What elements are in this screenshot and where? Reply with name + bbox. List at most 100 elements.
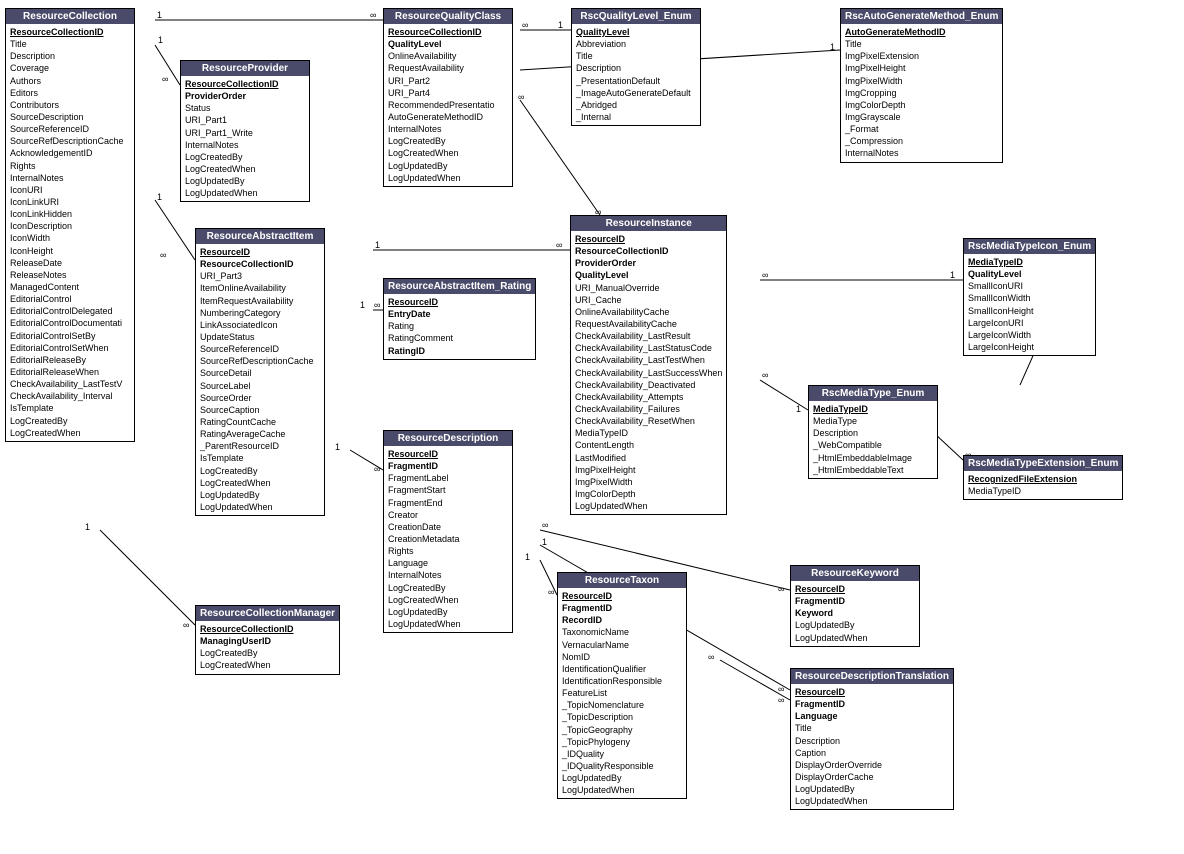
entity-header-rscmediatypeicon_enum: RscMediaTypeIcon_Enum (964, 239, 1095, 254)
field-resourcedescriptiontranslation-9: LogUpdatedWhen (795, 795, 949, 807)
field-resourceabstractitem-8: SourceReferenceID (200, 343, 320, 355)
field-resourcecollection-7: SourceDescription (10, 111, 130, 123)
field-resourceinstance-11: CheckAvailability_LastSuccessWhen (575, 367, 722, 379)
field-resourcedescriptiontranslation-4: Description (795, 735, 949, 747)
field-resourceabstractitem_rating-3: RatingComment (388, 332, 531, 344)
entity-header-resourcedescription: ResourceDescription (384, 431, 512, 446)
entity-resourcetaxon: ResourceTaxonResourceIDFragmentIDRecordI… (557, 572, 687, 799)
entity-body-resourcedescriptiontranslation: ResourceIDFragmentIDLanguageTitleDescrip… (791, 684, 953, 809)
field-rscautogeneratemethod_enum-7: ImgGrayscale (845, 111, 998, 123)
field-resourcequalityclass-8: InternalNotes (388, 123, 508, 135)
field-resourcedescription-11: LogCreatedBy (388, 582, 508, 594)
field-resourcedescriptiontranslation-3: Title (795, 722, 949, 734)
field-resourcecollection-14: IconLinkURI (10, 196, 130, 208)
entity-header-resourceprovider: ResourceProvider (181, 61, 309, 76)
field-resourcetaxon-11: _TopicGeography (562, 724, 682, 736)
field-resourcecollection-19: ReleaseDate (10, 257, 130, 269)
field-resourcecollection-12: InternalNotes (10, 172, 130, 184)
field-rscautogeneratemethod_enum-1: Title (845, 38, 998, 50)
field-resourcekeyword-3: LogUpdatedBy (795, 619, 915, 631)
entity-header-resourcecollectionmanager: ResourceCollectionManager (196, 606, 339, 621)
field-rscmediatype_enum-0: MediaTypeID (813, 403, 933, 415)
field-resourcedescription-5: Creator (388, 509, 508, 521)
field-resourcequalityclass-1: QualityLevel (388, 38, 508, 50)
field-resourcedescription-12: LogCreatedWhen (388, 594, 508, 606)
field-resourcecollection-17: IconWidth (10, 232, 130, 244)
field-resourceabstractitem-21: LogUpdatedWhen (200, 501, 320, 513)
entity-body-rscmediatypeextension_enum: RecognizedFileExtensionMediaTypeID (964, 471, 1122, 499)
field-resourcecollection-30: CheckAvailability_Interval (10, 390, 130, 402)
svg-text:∞: ∞ (548, 587, 554, 597)
svg-text:1: 1 (558, 20, 563, 30)
svg-text:1: 1 (158, 35, 163, 45)
field-resourcequalityclass-5: URI_Part4 (388, 87, 508, 99)
entity-rscmediatypeextension_enum: RscMediaTypeExtension_EnumRecognizedFile… (963, 455, 1123, 500)
field-rscautogeneratemethod_enum-8: _Format (845, 123, 998, 135)
field-resourceinstance-12: CheckAvailability_Deactivated (575, 379, 722, 391)
field-resourcecollection-10: AcknowledgementID (10, 147, 130, 159)
field-rscautogeneratemethod_enum-3: ImgPixelHeight (845, 62, 998, 74)
field-resourcedescriptiontranslation-5: Caption (795, 747, 949, 759)
field-resourcecollection-8: SourceReferenceID (10, 123, 130, 135)
field-resourcetaxon-5: NomID (562, 651, 682, 663)
field-resourcetaxon-3: TaxonomicName (562, 626, 682, 638)
field-resourcedescription-4: FragmentEnd (388, 497, 508, 509)
field-resourceinstance-3: QualityLevel (575, 269, 722, 281)
field-rscmediatype_enum-5: _HtmlEmbeddableText (813, 464, 933, 476)
field-resourceprovider-3: URI_Part1 (185, 114, 305, 126)
entity-body-resourceabstractitem_rating: ResourceIDEntryDateRatingRatingCommentRa… (384, 294, 535, 359)
entity-resourcedescriptiontranslation: ResourceDescriptionTranslationResourceID… (790, 668, 954, 810)
field-resourceabstractitem-9: SourceRefDescriptionCache (200, 355, 320, 367)
entity-header-resourcetaxon: ResourceTaxon (558, 573, 686, 588)
field-rscmediatypeicon_enum-1: QualityLevel (968, 268, 1091, 280)
field-resourceprovider-4: URI_Part1_Write (185, 127, 305, 139)
entity-rscmediatype_enum: RscMediaType_EnumMediaTypeIDMediaTypeDes… (808, 385, 938, 479)
field-rscqualitylevel_enum-2: Title (576, 50, 696, 62)
field-rscmediatypeicon_enum-4: SmallIconHeight (968, 305, 1091, 317)
field-resourcedescription-13: LogUpdatedBy (388, 606, 508, 618)
field-resourcedescription-0: ResourceID (388, 448, 508, 460)
field-resourcequalityclass-7: AutoGenerateMethodID (388, 111, 508, 123)
field-resourcecollectionmanager-3: LogCreatedWhen (200, 659, 335, 671)
field-resourceabstractitem_rating-4: RatingID (388, 345, 531, 357)
field-resourceabstractitem-4: ItemRequestAvailability (200, 295, 320, 307)
field-resourcetaxon-12: _TopicPhylogeny (562, 736, 682, 748)
field-rscautogeneratemethod_enum-9: _Compression (845, 135, 998, 147)
field-resourcedescriptiontranslation-1: FragmentID (795, 698, 949, 710)
field-resourceinstance-16: MediaTypeID (575, 427, 722, 439)
field-resourcecollection-16: IconDescription (10, 220, 130, 232)
svg-text:1: 1 (525, 552, 530, 562)
field-resourcecollection-26: EditorialControlSetWhen (10, 342, 130, 354)
field-resourcecollection-1: Title (10, 38, 130, 50)
field-resourcecollection-27: EditorialReleaseBy (10, 354, 130, 366)
field-resourceprovider-0: ResourceCollectionID (185, 78, 305, 90)
field-resourcequalityclass-4: URI_Part2 (388, 75, 508, 87)
svg-text:∞: ∞ (160, 250, 166, 260)
field-resourcedescriptiontranslation-6: DisplayOrderOverride (795, 759, 949, 771)
entity-resourcequalityclass: ResourceQualityClassResourceCollectionID… (383, 8, 513, 187)
entity-header-resourcecollection: ResourceCollection (6, 9, 134, 24)
field-resourceabstractitem-10: SourceDetail (200, 367, 320, 379)
entity-header-rscqualitylevel_enum: RscQualityLevel_Enum (572, 9, 700, 24)
field-resourceabstractitem-6: LinkAssociatedIcon (200, 319, 320, 331)
field-resourcetaxon-10: _TopicDescription (562, 711, 682, 723)
field-resourcetaxon-1: FragmentID (562, 602, 682, 614)
field-resourceinstance-15: CheckAvailability_ResetWhen (575, 415, 722, 427)
svg-text:1: 1 (542, 537, 547, 547)
field-resourcedescription-6: CreationDate (388, 521, 508, 533)
field-rscqualitylevel_enum-4: _PresentationDefault (576, 75, 696, 87)
field-resourcedescriptiontranslation-0: ResourceID (795, 686, 949, 698)
field-resourceabstractitem-12: SourceOrder (200, 392, 320, 404)
svg-text:1: 1 (950, 270, 955, 280)
field-resourcetaxon-4: VernacularName (562, 639, 682, 651)
entity-body-rscqualitylevel_enum: QualityLevelAbbreviationTitleDescription… (572, 24, 700, 125)
field-resourcequalityclass-3: RequestAvailability (388, 62, 508, 74)
field-rscmediatypeicon_enum-6: LargeIconWidth (968, 329, 1091, 341)
field-resourceabstractitem-3: ItemOnlineAvailability (200, 282, 320, 294)
field-rscautogeneratemethod_enum-5: ImgCropping (845, 87, 998, 99)
field-resourcedescription-9: Language (388, 557, 508, 569)
svg-text:∞: ∞ (374, 300, 380, 310)
entity-header-resourcedescriptiontranslation: ResourceDescriptionTranslation (791, 669, 953, 684)
entity-body-resourceinstance: ResourceIDResourceCollectionIDProviderOr… (571, 231, 726, 514)
field-resourcecollection-20: ReleaseNotes (10, 269, 130, 281)
